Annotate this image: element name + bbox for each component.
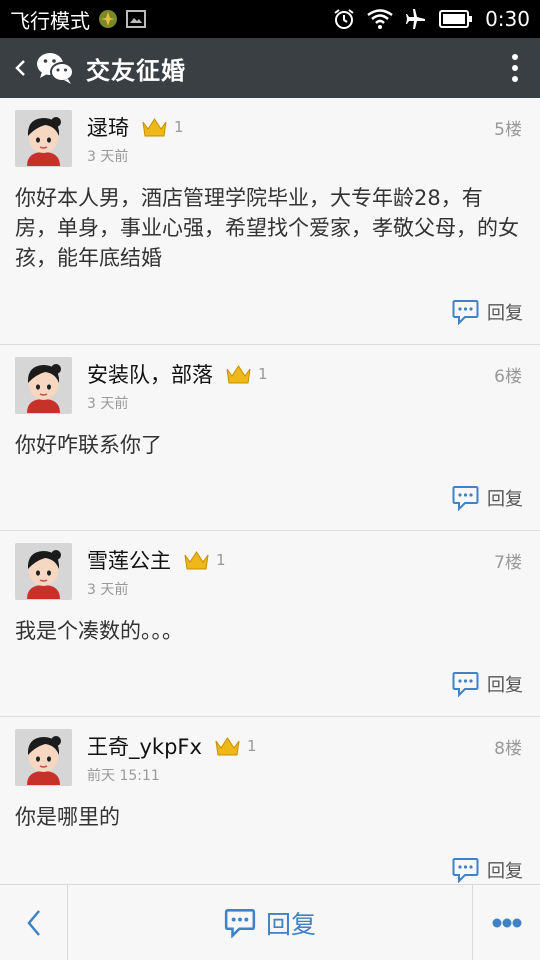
reply-post-label: 回复 [265, 909, 316, 939]
username-text: 雪莲公主 [87, 549, 171, 573]
crown-icon [184, 551, 209, 570]
post-item: 雪莲公主 1 3 天前 7楼 我是个凑数的。。。 回复 [0, 531, 540, 717]
wifi-icon [367, 9, 393, 29]
page-title: 交友征婚 [86, 56, 186, 85]
post-time: 前天 15:11 [87, 768, 160, 784]
wechat-icon [37, 53, 74, 84]
back-button[interactable] [0, 38, 74, 98]
post-item: 安装队，部落 1 3 天前 6楼 你好咋联系你了 回复 [0, 345, 540, 531]
post-time: 3 天前 [87, 396, 129, 412]
airplane-icon [406, 9, 426, 29]
floor-number: 5楼 [494, 120, 522, 140]
username[interactable]: 安装队，部落 1 [87, 359, 268, 389]
more-vertical-icon [512, 54, 518, 82]
post-time: 3 天前 [87, 149, 129, 165]
chevron-left-icon [15, 60, 25, 76]
avatar[interactable] [15, 110, 72, 167]
reply-label: 回复 [487, 675, 523, 696]
avatar[interactable] [15, 357, 72, 414]
previous-page-button[interactable] [0, 885, 68, 960]
reply-label: 回复 [487, 489, 523, 510]
avatar-image [15, 729, 72, 786]
user-level: 1 [216, 551, 226, 569]
reply-button[interactable]: 回复 [452, 671, 523, 697]
overflow-menu-button[interactable] [490, 38, 540, 98]
post-list[interactable]: 逯琦 1 3 天前 5楼 你好本人男，酒店管理学院毕业，大专年龄28，有房，单身… [0, 98, 540, 884]
user-level: 1 [174, 118, 184, 136]
username-text: 王奇_ykpFx [87, 735, 202, 759]
post-body: 你好本人男，酒店管理学院毕业，大专年龄28，有房，单身，事业心强，希望找个爱家，… [15, 186, 519, 270]
crown-icon [226, 365, 251, 384]
reply-button[interactable]: 回复 [452, 485, 523, 511]
comment-icon [452, 858, 479, 883]
reply-label: 回复 [487, 861, 523, 882]
floor-number: 6楼 [494, 367, 522, 387]
more-horizontal-icon [492, 918, 521, 927]
floor-number: 7楼 [494, 553, 522, 573]
reply-post-button[interactable]: 回复 [68, 905, 472, 941]
avatar-image [15, 110, 72, 167]
username[interactable]: 逯琦 1 [87, 112, 184, 142]
chevron-left-icon [26, 909, 40, 936]
avatar-image [15, 543, 72, 600]
username-text: 安装队，部落 [87, 363, 213, 387]
image-notification-icon [126, 10, 146, 28]
app-notification-icon [99, 10, 117, 28]
post-body: 我是个凑数的。。。 [15, 619, 183, 643]
reply-label: 回复 [487, 303, 523, 324]
post-body: 你好咋联系你了 [15, 433, 162, 457]
comment-icon [452, 672, 479, 697]
status-bar: 飞行模式 0:30 [0, 0, 540, 38]
alarm-icon [334, 9, 354, 29]
more-options-button[interactable] [472, 885, 540, 960]
comment-icon [224, 908, 256, 938]
post-item: 逯琦 1 3 天前 5楼 你好本人男，酒店管理学院毕业，大专年龄28，有房，单身… [0, 98, 540, 345]
user-level: 1 [246, 737, 257, 755]
avatar[interactable] [15, 729, 72, 786]
crown-icon [215, 737, 240, 756]
username[interactable]: 雪莲公主 1 [87, 545, 226, 575]
username[interactable]: 王奇_ykpFx 1 [87, 731, 256, 761]
crown-icon [142, 118, 167, 137]
floor-number: 8楼 [494, 739, 522, 759]
app-bar: 交友征婚 [0, 38, 540, 98]
username-text: 逯琦 [87, 116, 129, 140]
comment-icon [452, 486, 479, 511]
avatar[interactable] [15, 543, 72, 600]
user-level: 1 [258, 365, 268, 383]
clock: 0:30 [485, 7, 530, 31]
post-time: 3 天前 [87, 582, 129, 598]
reply-button[interactable]: 回复 [452, 299, 523, 325]
post-body: 你是哪里的 [15, 805, 120, 829]
reply-button[interactable]: 回复 [452, 857, 523, 883]
battery-icon [439, 10, 473, 28]
comment-icon [452, 300, 479, 325]
bottom-toolbar: 回复 [0, 884, 540, 960]
avatar-image [15, 357, 72, 414]
post-item: 王奇_ykpFx 1 前天 15:11 8楼 你是哪里的 回复 [0, 717, 540, 884]
airplane-mode-label: 飞行模式 [10, 8, 90, 33]
